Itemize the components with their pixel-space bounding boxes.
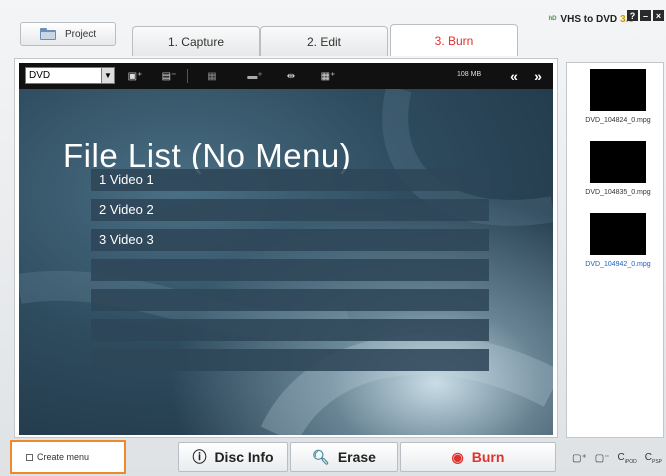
app-brand: ʰᴰ VHS to DVD 3.0 — [549, 10, 634, 28]
move-icon[interactable]: ⇹ — [279, 68, 303, 84]
menu-row[interactable]: 2 Video 2 — [91, 199, 489, 221]
remove-file-icon[interactable]: ▢⁻ — [595, 453, 610, 464]
app-window: Project 1. Capture 2. Edit 3. Burn ʰᴰ VH… — [0, 0, 666, 476]
disc-size-label: 108 MB — [457, 71, 482, 78]
close-button[interactable]: × — [653, 10, 664, 21]
menu-row[interactable]: 1 Video 1 — [91, 169, 489, 191]
disc-info-button[interactable]: ⓘ Disc Info — [178, 442, 288, 472]
project-button[interactable]: Project — [20, 22, 116, 46]
file-name: DVD_104835_0.mpg — [585, 189, 651, 196]
file-thumbnail — [590, 69, 646, 111]
menu-row[interactable] — [91, 349, 489, 371]
disc-type-value: DVD — [29, 70, 51, 81]
tab-burn[interactable]: 3. Burn — [390, 24, 518, 56]
toolbar-divider — [187, 69, 188, 83]
create-menu-label: Create menu — [37, 452, 90, 462]
file-actions: ▢⁺ ▢⁻ CiPOD CPSP — [570, 448, 664, 468]
disc-type-select[interactable]: DVD ▼ — [25, 67, 115, 84]
file-item[interactable]: DVD_104835_0.mpg — [573, 141, 663, 196]
tab-edit[interactable]: 2. Edit — [260, 26, 388, 56]
burn-icon: ◉ — [451, 448, 464, 465]
tab-edit-label: 2. Edit — [306, 34, 342, 49]
menu-row[interactable]: 3 Video 3 — [91, 229, 489, 251]
ipod-export-icon[interactable]: CiPOD — [618, 452, 637, 465]
erase-icon: 🔍︎ — [312, 448, 330, 465]
remove-item-icon[interactable]: ▤⁻ — [159, 68, 179, 84]
tab-burn-label: 3. Burn — [434, 33, 474, 48]
add-item-icon[interactable]: ▣⁺ — [125, 68, 145, 84]
minimize-button[interactable]: – — [640, 10, 651, 21]
next-icon[interactable]: » — [527, 66, 549, 86]
file-list-panel: DVD_104824_0.mpg DVD_104835_0.mpg DVD_10… — [566, 62, 664, 438]
add-file-icon[interactable]: ▢⁺ — [572, 453, 587, 464]
help-button[interactable]: ? — [627, 10, 638, 21]
file-item[interactable]: DVD_104824_0.mpg — [573, 69, 663, 124]
erase-button[interactable]: 🔍︎ Erase — [290, 442, 398, 472]
create-menu-checkbox[interactable]: Create menu — [10, 440, 126, 474]
previous-icon[interactable]: « — [503, 66, 525, 86]
add-button-icon[interactable]: ▬⁺ — [243, 68, 267, 84]
menu-row[interactable] — [91, 259, 489, 281]
main-panel: DVD ▼ ▣⁺ ▤⁻ ▦ ▬⁺ ⇹ ▦⁺ 108 MB « » File Li… — [14, 58, 558, 438]
folder-icon — [40, 28, 56, 40]
tab-capture[interactable]: 1. Capture — [132, 26, 260, 56]
menu-row[interactable] — [91, 319, 489, 341]
chevron-down-icon: ▼ — [101, 68, 114, 83]
burn-button[interactable]: ◉ Burn — [400, 442, 556, 472]
brand-logo-icon: ʰᴰ — [549, 14, 557, 24]
file-thumbnail — [590, 213, 646, 255]
file-thumbnail — [590, 141, 646, 183]
project-label: Project — [65, 28, 97, 40]
burn-label: Burn — [471, 449, 505, 465]
add-chapter-icon[interactable]: ▦⁺ — [315, 68, 341, 84]
file-item[interactable]: DVD_104942_0.mpg — [573, 213, 663, 268]
disc-info-label: Disc Info — [214, 449, 274, 465]
brand-name: VHS to DVD — [560, 13, 618, 25]
info-icon: ⓘ — [192, 449, 207, 465]
tab-capture-label: 1. Capture — [167, 34, 225, 49]
top-bar: Project 1. Capture 2. Edit 3. Burn ʰᴰ VH… — [0, 0, 666, 58]
background-icon[interactable]: ▦ — [199, 68, 225, 84]
psp-export-icon[interactable]: CPSP — [645, 452, 662, 465]
erase-label: Erase — [337, 449, 376, 465]
checkbox-box[interactable] — [26, 453, 33, 461]
file-name: DVD_104942_0.mpg — [585, 261, 651, 268]
menu-preview: File List (No Menu) 1 Video 1 2 Video 2 … — [19, 89, 553, 435]
menu-row[interactable] — [91, 289, 489, 311]
file-name: DVD_104824_0.mpg — [585, 117, 651, 124]
preview-toolbar: DVD ▼ ▣⁺ ▤⁻ ▦ ▬⁺ ⇹ ▦⁺ 108 MB « » — [19, 63, 553, 89]
